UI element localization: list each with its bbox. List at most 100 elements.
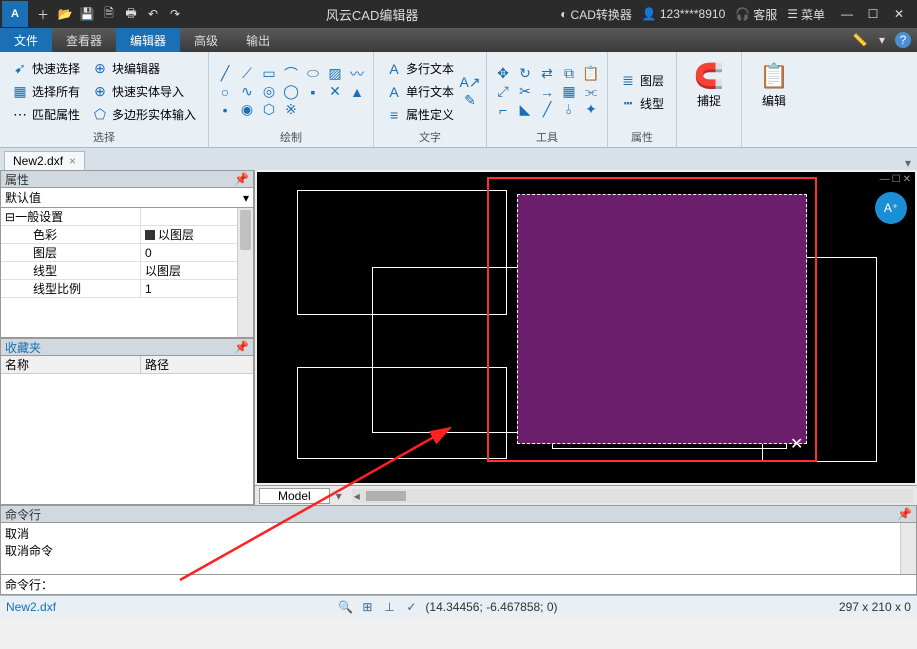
menu-viewer[interactable]: 查看器 bbox=[52, 28, 116, 52]
wave-icon[interactable]: 〰 bbox=[349, 66, 365, 82]
status-file: New2.dxf bbox=[6, 600, 56, 614]
edit-button[interactable]: 📋 编辑 bbox=[750, 56, 798, 113]
attdef-button[interactable]: ≡属性定义 bbox=[382, 104, 458, 125]
model-dropdown-icon[interactable]: ▾ bbox=[330, 489, 348, 503]
pin-icon[interactable]: 📌 bbox=[234, 172, 249, 186]
ellipse-icon[interactable]: ⬭ bbox=[305, 66, 321, 82]
doc-tab[interactable]: New2.dxf × bbox=[4, 151, 85, 170]
menu-button[interactable]: ☰ 菜单 bbox=[787, 6, 825, 23]
misc-icon[interactable]: ※ bbox=[283, 102, 299, 118]
tab-close-icon[interactable]: × bbox=[69, 154, 76, 168]
trim-icon[interactable]: ✂ bbox=[517, 84, 533, 100]
hatch-icon[interactable]: ▨ bbox=[327, 66, 343, 82]
redo-icon[interactable]: ↷ bbox=[166, 5, 184, 23]
dot-icon[interactable]: • bbox=[217, 102, 233, 118]
tabs-dropdown-icon[interactable]: ▾ bbox=[899, 156, 917, 170]
open-icon[interactable]: 📂 bbox=[56, 5, 74, 23]
canvas-close-icon[interactable]: ✕ bbox=[903, 174, 911, 185]
entity-import-button[interactable]: ⊕快速实体导入 bbox=[88, 81, 200, 102]
break-icon[interactable]: ╱ bbox=[539, 102, 555, 118]
pin-icon[interactable]: 📌 bbox=[897, 507, 912, 521]
pin-icon[interactable]: 📌 bbox=[234, 340, 249, 354]
cad-converter-button[interactable]: ◐ CAD转换器 bbox=[560, 6, 632, 23]
status-zoom-icon[interactable]: 🔍 bbox=[337, 599, 353, 615]
fillet-icon[interactable]: ⌐ bbox=[495, 102, 511, 118]
snap-button[interactable]: 🧲 捕捉 bbox=[685, 56, 733, 113]
quick-select-button[interactable]: ➹快速选择 bbox=[8, 58, 84, 79]
h-scrollbar[interactable]: ◂ bbox=[352, 489, 913, 503]
point-icon[interactable]: ▪ bbox=[305, 84, 321, 100]
drawing-canvas[interactable]: — ☐ ✕ A⁺ ✕ bbox=[257, 172, 915, 483]
shape-icon[interactable]: ⬡ bbox=[261, 102, 277, 118]
polyline-icon[interactable]: ⟋ bbox=[239, 66, 255, 82]
canvas-fab-icon[interactable]: A⁺ bbox=[875, 192, 907, 224]
user-account[interactable]: 👤 123****8910 bbox=[642, 7, 725, 21]
save-icon[interactable]: 💾 bbox=[78, 5, 96, 23]
linetype-button[interactable]: ┅线型 bbox=[616, 93, 668, 114]
menu-advanced[interactable]: 高级 bbox=[180, 28, 232, 52]
circle-icon[interactable]: ○ bbox=[217, 84, 233, 100]
select-all-button[interactable]: ▦选择所有 bbox=[8, 81, 84, 102]
menu-file[interactable]: 文件 bbox=[0, 28, 52, 52]
array-icon[interactable]: ▦ bbox=[561, 84, 577, 100]
minimize-button[interactable]: — bbox=[835, 4, 859, 24]
status-snap-icon[interactable]: ✓ bbox=[403, 599, 419, 615]
menu-editor[interactable]: 编辑器 bbox=[116, 28, 180, 52]
copy-icon[interactable]: ⧉ bbox=[561, 66, 577, 82]
fav-col-path[interactable]: 路径 bbox=[141, 356, 173, 373]
block-editor-button[interactable]: ⊕块编辑器 bbox=[88, 58, 200, 79]
donut-icon[interactable]: ◎ bbox=[261, 84, 277, 100]
command-input[interactable]: 命令行： bbox=[0, 575, 917, 595]
arc-icon[interactable]: ⌒ bbox=[283, 66, 299, 82]
maximize-button[interactable]: ☐ bbox=[861, 4, 885, 24]
line-icon[interactable]: ╱ bbox=[217, 66, 233, 82]
prop-linetype-label: 线型 bbox=[1, 262, 141, 279]
extend-icon[interactable]: → bbox=[539, 84, 555, 100]
close-button[interactable]: ✕ bbox=[887, 4, 911, 24]
status-ortho-icon[interactable]: ⊥ bbox=[381, 599, 397, 615]
polygon-input-button[interactable]: ⬠多边形实体输入 bbox=[88, 104, 200, 125]
ruler-icon[interactable]: 📏 bbox=[851, 31, 869, 49]
saveas-icon[interactable]: 🗎 bbox=[100, 5, 118, 23]
textedit-icon[interactable]: ✎ bbox=[462, 93, 478, 109]
textstyle-icon[interactable]: A↗ bbox=[462, 75, 478, 91]
mtext-button[interactable]: A多行文本 bbox=[382, 58, 458, 79]
status-grid-icon[interactable]: ⊞ bbox=[359, 599, 375, 615]
menu-output[interactable]: 输出 bbox=[232, 28, 284, 52]
dropdown-icon[interactable]: ▾ bbox=[873, 31, 891, 49]
prop-scrollbar[interactable] bbox=[237, 208, 253, 337]
scale-icon[interactable]: ⤢ bbox=[495, 84, 511, 100]
cmd-scrollbar[interactable] bbox=[900, 523, 916, 574]
image-icon[interactable]: ▲ bbox=[349, 84, 365, 100]
canvas-min-icon[interactable]: — bbox=[880, 174, 890, 185]
join-icon[interactable]: ⫰ bbox=[561, 102, 577, 118]
ring-icon[interactable]: ◯ bbox=[283, 84, 299, 100]
fav-col-name[interactable]: 名称 bbox=[1, 356, 141, 373]
help-icon[interactable]: ? bbox=[895, 32, 911, 48]
chamfer-icon[interactable]: ◣ bbox=[517, 102, 533, 118]
mirror-icon[interactable]: ⇄ bbox=[539, 66, 555, 82]
rotate-icon[interactable]: ↻ bbox=[517, 66, 533, 82]
match-props-button[interactable]: ⋯匹配属性 bbox=[8, 104, 84, 125]
move-icon[interactable]: ✥ bbox=[495, 66, 511, 82]
rect-icon[interactable]: ▭ bbox=[261, 66, 277, 82]
paste-icon[interactable]: 📋 bbox=[583, 66, 599, 82]
ribbon-group-layers: ≣图层 ┅线型 属性 bbox=[608, 52, 677, 147]
prop-group[interactable]: ⊟ 一般设置 bbox=[1, 208, 141, 225]
support-button[interactable]: 🎧 客服 bbox=[735, 6, 777, 23]
new-icon[interactable]: ＋ bbox=[34, 5, 52, 23]
explode-icon[interactable]: ✦ bbox=[583, 102, 599, 118]
cross-icon[interactable]: ✕ bbox=[327, 84, 343, 100]
undo-icon[interactable]: ↶ bbox=[144, 5, 162, 23]
canvas-max-icon[interactable]: ☐ bbox=[892, 174, 901, 185]
spiral-icon[interactable]: ◉ bbox=[239, 102, 255, 118]
model-tab[interactable]: Model bbox=[259, 488, 330, 504]
app-title: 风云CAD编辑器 bbox=[184, 5, 560, 24]
layers-button[interactable]: ≣图层 bbox=[616, 70, 668, 91]
print-icon[interactable]: 🖶 bbox=[122, 5, 140, 23]
spline-icon[interactable]: ∿ bbox=[239, 84, 255, 100]
offset-icon[interactable]: ⫘ bbox=[583, 84, 599, 100]
default-value-dropdown[interactable]: 默认值 ▾ bbox=[0, 188, 254, 208]
attr-icon: ≡ bbox=[386, 107, 402, 123]
text-button[interactable]: A单行文本 bbox=[382, 81, 458, 102]
